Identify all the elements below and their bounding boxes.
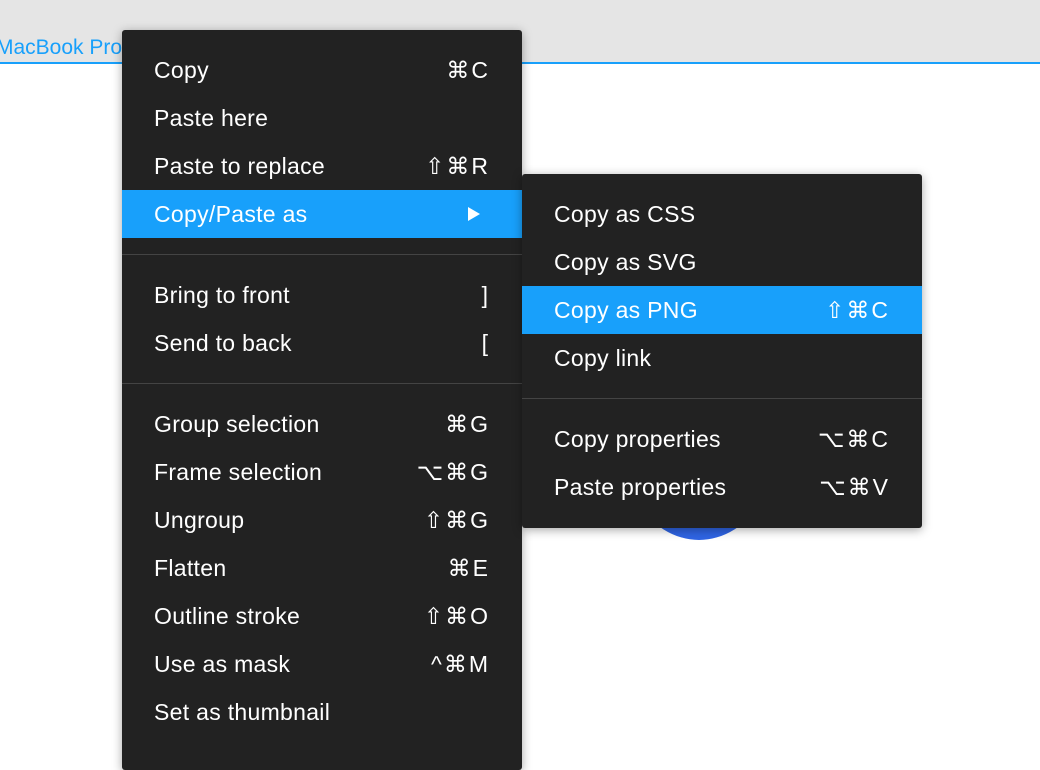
menu-item-copy[interactable]: Copy ⌘C [122, 46, 522, 94]
menu-separator [122, 254, 522, 255]
menu-item-send-to-back[interactable]: Send to back [ [122, 319, 522, 367]
menu-item-shortcut: ⌘C [446, 56, 490, 83]
menu-item-shortcut: ⇧⌘O [423, 602, 490, 629]
menu-item-shortcut: ⇧⌘C [825, 296, 890, 323]
frame-label[interactable]: MacBook Pro [0, 36, 122, 60]
menu-item-ungroup[interactable]: Ungroup ⇧⌘G [122, 496, 522, 544]
menu-item-label: Group selection [154, 410, 320, 437]
menu-item-label: Paste here [154, 104, 269, 131]
menu-item-shortcut: ⇧⌘G [423, 506, 490, 533]
menu-item-label: Copy as SVG [554, 248, 697, 275]
menu-item-label: Copy as PNG [554, 296, 698, 323]
menu-item-frame-selection[interactable]: Frame selection ⌥⌘G [122, 448, 522, 496]
menu-item-copy-paste-as[interactable]: Copy/Paste as [122, 190, 522, 238]
menu-item-label: Copy [154, 56, 209, 83]
submenu-item-copy-properties[interactable]: Copy properties ⌥⌘C [522, 415, 922, 463]
menu-item-shortcut: ⌘E [447, 554, 490, 581]
menu-item-shortcut: ⇧⌘R [425, 152, 490, 179]
menu-item-shortcut: ⌥⌘V [819, 473, 890, 500]
copy-paste-as-submenu: Copy as CSS Copy as SVG Copy as PNG ⇧⌘C … [522, 174, 922, 528]
menu-item-shortcut: ⌘G [445, 410, 490, 437]
menu-separator [122, 383, 522, 384]
menu-separator [522, 398, 922, 399]
menu-item-label: Copy properties [554, 425, 721, 452]
menu-item-label: Flatten [154, 554, 227, 581]
menu-item-label: Outline stroke [154, 602, 301, 629]
menu-item-shortcut: ⌥⌘C [817, 425, 890, 452]
menu-item-label: Send to back [154, 329, 292, 356]
submenu-item-copy-as-svg[interactable]: Copy as SVG [522, 238, 922, 286]
menu-item-bring-to-front[interactable]: Bring to front ] [122, 271, 522, 319]
submenu-item-copy-link[interactable]: Copy link [522, 334, 922, 382]
menu-item-paste-here[interactable]: Paste here [122, 94, 522, 142]
submenu-arrow-icon [468, 207, 480, 221]
menu-item-label: Set as thumbnail [154, 698, 331, 725]
menu-item-label: Bring to front [154, 281, 290, 308]
menu-item-use-as-mask[interactable]: Use as mask ^⌘M [122, 640, 522, 688]
menu-item-flatten[interactable]: Flatten ⌘E [122, 544, 522, 592]
submenu-item-paste-properties[interactable]: Paste properties ⌥⌘V [522, 463, 922, 511]
menu-item-label: Copy/Paste as [154, 200, 308, 227]
menu-item-label: Paste to replace [154, 152, 326, 179]
menu-item-shortcut: ] [481, 281, 490, 308]
menu-item-shortcut: [ [481, 329, 490, 356]
menu-item-label: Frame selection [154, 458, 323, 485]
menu-item-label: Use as mask [154, 650, 291, 677]
menu-item-label: Copy as CSS [554, 200, 696, 227]
menu-item-label: Ungroup [154, 506, 245, 533]
submenu-item-copy-as-css[interactable]: Copy as CSS [522, 190, 922, 238]
menu-item-shortcut: ⌥⌘G [416, 458, 490, 485]
menu-item-outline-stroke[interactable]: Outline stroke ⇧⌘O [122, 592, 522, 640]
context-menu: Copy ⌘C Paste here Paste to replace ⇧⌘R … [122, 30, 522, 770]
menu-item-group-selection[interactable]: Group selection ⌘G [122, 400, 522, 448]
menu-item-shortcut: ^⌘M [431, 650, 490, 677]
submenu-item-copy-as-png[interactable]: Copy as PNG ⇧⌘C [522, 286, 922, 334]
menu-item-set-as-thumbnail[interactable]: Set as thumbnail [122, 688, 522, 736]
menu-item-label: Paste properties [554, 473, 727, 500]
menu-item-label: Copy link [554, 344, 652, 371]
menu-item-paste-to-replace[interactable]: Paste to replace ⇧⌘R [122, 142, 522, 190]
